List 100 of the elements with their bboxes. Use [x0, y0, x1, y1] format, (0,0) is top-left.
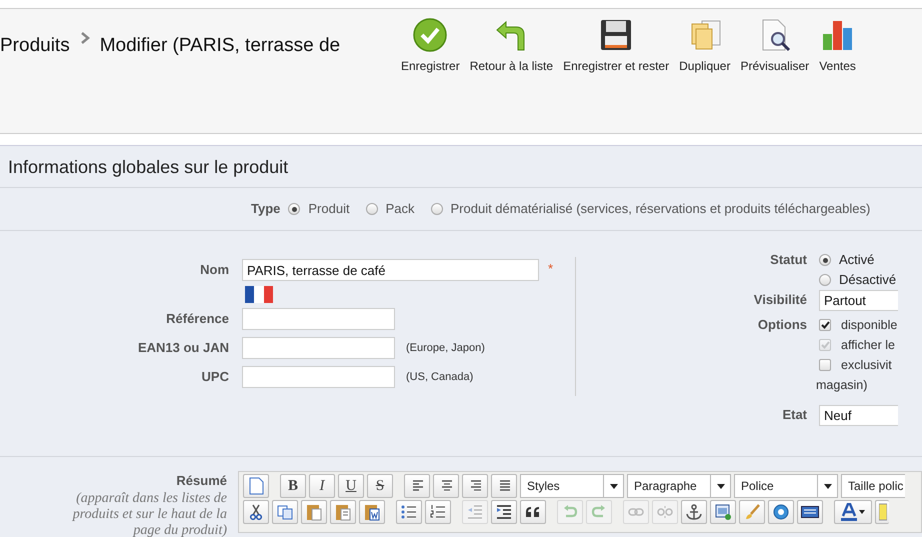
radio-button[interactable]: [819, 254, 831, 266]
option-label: exclusivit: [841, 356, 892, 374]
editor-button[interactable]: [768, 500, 794, 524]
editor-button[interactable]: B: [280, 474, 306, 498]
editor-button[interactable]: [797, 500, 823, 524]
editor-button[interactable]: [520, 500, 546, 524]
field-label: Nom: [199, 261, 229, 280]
option-label: Désactivé: [839, 271, 896, 290]
indent-icon: [496, 505, 512, 519]
editor-button[interactable]: [425, 500, 451, 524]
dropdown-field[interactable]: Taille polic: [841, 474, 905, 498]
field-label: EAN13 ou JAN: [136, 339, 229, 358]
text-field[interactable]: [242, 366, 395, 388]
breadcrumb-item[interactable]: Produits: [0, 32, 70, 60]
editor-button[interactable]: [404, 474, 430, 498]
editor-button[interactable]: [462, 474, 488, 498]
field-label: Statut: [769, 251, 807, 269]
option-label: magasin): [816, 376, 868, 394]
radio-button[interactable]: [288, 203, 300, 215]
quote-icon: [525, 506, 541, 518]
select-field[interactable]: Neuf: [819, 405, 898, 426]
document-icon: [248, 477, 264, 495]
required-mark: *: [548, 260, 554, 278]
editor-button[interactable]: [681, 500, 707, 524]
option-label: afficher le: [841, 336, 895, 354]
field-hint: (Europe, Japon): [406, 340, 485, 356]
align-center-icon: [439, 480, 453, 492]
caret-icon: [610, 484, 618, 488]
editor-button[interactable]: [710, 500, 736, 524]
caret-icon: [716, 484, 724, 488]
undo-icon: [562, 505, 578, 519]
option-label: Activé: [839, 251, 874, 270]
dropdown-field[interactable]: Paragraphe: [627, 474, 731, 498]
clipboard-text-icon: [335, 503, 351, 521]
toolbar-button[interactable]: Prévisualiser: [735, 18, 814, 133]
text-field[interactable]: PARIS, terrasse de café: [242, 259, 539, 281]
editor-button[interactable]: [396, 500, 422, 524]
breadcrumb-item: Modifier (PARIS, terrasse de: [100, 34, 340, 58]
editor-button[interactable]: S: [367, 474, 393, 498]
chevron-icon: [80, 32, 90, 44]
field-label: Options: [756, 316, 807, 334]
field-label: UPC: [200, 368, 229, 386]
section-title: Informations globales sur le produit: [0, 146, 922, 188]
caret-icon: [824, 484, 832, 488]
option-label: Produit: [308, 200, 350, 218]
dropdown-field[interactable]: Police: [734, 474, 838, 498]
editor-button[interactable]: [491, 474, 517, 498]
toolbar-button[interactable]: Retour à la liste: [464, 18, 558, 133]
editor-button[interactable]: I: [309, 474, 335, 498]
check-circle-icon: [413, 18, 448, 52]
editor-button[interactable]: [834, 500, 872, 524]
text-field[interactable]: [242, 308, 395, 330]
font-color-icon: [840, 503, 866, 521]
toolbar-button[interactable]: Enregistrer et rester: [558, 18, 674, 133]
option-label: disponible: [841, 316, 898, 334]
option-label: Pack: [386, 200, 414, 218]
select-field[interactable]: Partout: [819, 290, 898, 311]
field-hint: (apparaît dans les listes de produits et sur le haut de la page du produit): [71, 490, 227, 537]
toolbar-button[interactable]: Dupliquer: [674, 18, 736, 133]
flag-icon[interactable]: [245, 286, 273, 303]
clipboard-document-icon: [364, 503, 380, 521]
editor-button[interactable]: [359, 500, 385, 524]
toolbar-button[interactable]: Ventes: [814, 18, 861, 133]
editor-button[interactable]: [491, 500, 517, 524]
anchor-icon: [686, 504, 702, 520]
toolbar-button[interactable]: Enregistrer: [396, 18, 465, 133]
scissors-icon: [249, 504, 263, 520]
text-field[interactable]: [242, 337, 395, 359]
outdent-icon: [467, 505, 483, 519]
bullet-list-icon: [401, 505, 417, 519]
redo-icon: [591, 505, 607, 519]
radio-button[interactable]: [430, 203, 442, 215]
dropdown-field[interactable]: Styles: [520, 474, 624, 498]
align-right-icon: [468, 480, 482, 492]
picture-icon: [715, 504, 731, 520]
field-label: Visibilité: [752, 291, 807, 309]
field-label: Résumé: [175, 472, 227, 490]
radio-button[interactable]: [366, 203, 378, 215]
option-label: Produit dématérialisé (services, réservations et produits téléchargeables): [450, 200, 870, 218]
editor-button[interactable]: [433, 474, 459, 498]
copy-icon: [277, 504, 293, 520]
paintbrush-icon: [744, 504, 760, 520]
highlight-icon: [878, 503, 886, 521]
html-tag-icon: [801, 506, 819, 518]
checkbox[interactable]: [819, 319, 831, 331]
radio-button[interactable]: [819, 274, 831, 286]
field-label: Référence: [165, 310, 229, 328]
numbered-list-icon: [430, 505, 446, 519]
editor-button[interactable]: U: [338, 474, 364, 498]
field-label: Type: [251, 200, 280, 218]
bar-chart-icon: [820, 18, 855, 52]
checkbox[interactable]: [819, 359, 831, 371]
field-hint: (US, Canada): [406, 370, 474, 385]
broken-chain-icon: [657, 506, 673, 518]
editor-button[interactable]: [243, 500, 269, 524]
justify-icon: [497, 480, 511, 492]
field-label: Etat: [781, 406, 807, 424]
chain-link-icon: [628, 507, 644, 517]
clipboard-icon: [306, 503, 322, 521]
help-circle-icon: [773, 504, 789, 520]
